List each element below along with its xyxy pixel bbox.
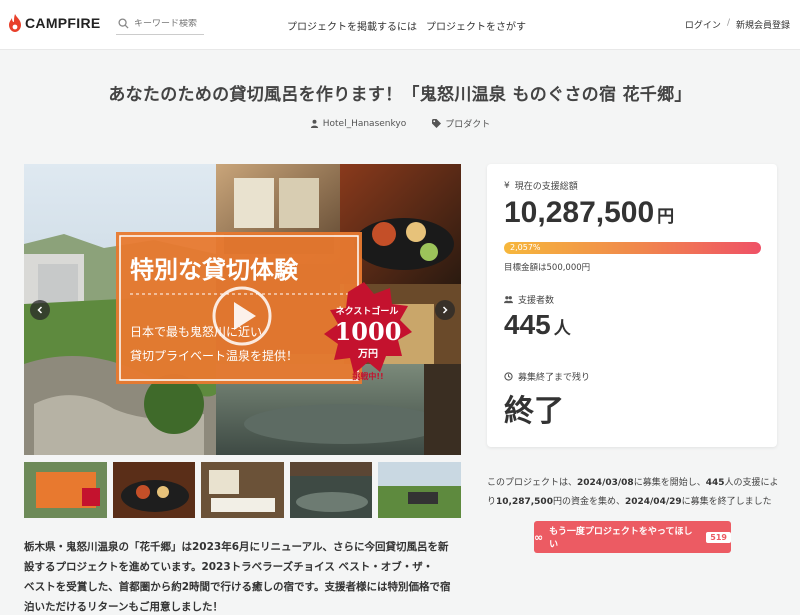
page-title: あなたのための貸切風呂を作ります！「鬼怒川温泉 ものぐさの宿 花千郷」 <box>108 85 692 105</box>
summary-text: 円の資金を集め、 <box>552 497 625 507</box>
badge-number: 1000 <box>335 317 402 346</box>
thumbnail-3[interactable] <box>201 462 284 518</box>
owner[interactable]: Hotel_Hanasenkyo <box>310 117 407 130</box>
progress-fill <box>504 242 761 254</box>
users-icon <box>504 296 513 304</box>
remaining-label: 募集終了まで残り <box>504 370 590 383</box>
description-line: 設するプロジェクトを進めています。2023トラベラーズチョイス ベスト・オブ・ザ… <box>24 561 434 573</box>
hero-collage: 特別な貸切体験 日本で最も鬼怒川に近い 貸切プライベート温泉を提供！ ネクストゴ… <box>24 164 461 455</box>
nav-find-project[interactable]: プロジェクトをさがす <box>426 18 526 33</box>
description-line: ベストを受賞した、首都圏から約2時間で行ける癒しの宿です。支援者様には特別価格で… <box>24 581 451 593</box>
account-links: ログイン / 新規会員登録 <box>685 18 790 31</box>
project-meta: Hotel_Hanasenkyo プロダクト <box>0 117 800 130</box>
thumbnail-4[interactable] <box>289 462 373 518</box>
badge-unit: 万円 <box>357 348 378 360</box>
project-description: 栃木県・鬼怒川温泉の「花千郷」は2023年6月にリニューアル、さらに今回貸切風呂… <box>24 537 464 615</box>
total-unit: 円 <box>657 207 675 226</box>
search-input[interactable] <box>134 18 204 29</box>
owner-name: Hotel_Hanasenkyo <box>322 118 407 129</box>
thumbnail-5[interactable] <box>378 462 461 518</box>
tag-icon <box>432 119 442 128</box>
yen-icon: ¥ <box>504 180 510 191</box>
progress-percent: 2,057% <box>510 243 541 252</box>
backers-unit: 人 <box>553 319 571 338</box>
search-icon <box>118 18 129 29</box>
summary-text: に募集を開始し、 <box>633 478 706 488</box>
separator: / <box>726 18 730 28</box>
summary-text: に募集を終了しました <box>681 497 772 507</box>
backers-value: 445 <box>504 309 551 340</box>
thumbnail-strip <box>24 462 461 518</box>
badge-bottom: 挑戦中!! <box>352 371 383 381</box>
badge-top: ネクストゴール <box>336 305 399 317</box>
total-label-text: 現在の支援総額 <box>514 182 578 192</box>
campfire-logo[interactable]: CAMPFIRE <box>8 14 101 32</box>
signup-link[interactable]: 新規会員登録 <box>736 18 790 31</box>
description-line: 泊いただけるリターンもご用意しました！ <box>24 601 223 613</box>
start-date: 2024/03/08 <box>577 478 634 488</box>
project-summary: このプロジェクトは、2024/03/08に募集を開始し、445人の支援により10… <box>487 474 787 512</box>
end-date: 2024/04/29 <box>624 497 682 507</box>
thumbnail-1[interactable] <box>24 462 107 518</box>
remaining-value: 終了 <box>504 394 564 429</box>
clock-icon <box>504 372 513 381</box>
category-name: プロダクト <box>445 120 491 130</box>
nav-post-project[interactable]: プロジェクトを掲載するには <box>287 18 417 33</box>
backers-label-text: 支援者数 <box>518 296 555 306</box>
site-header: CAMPFIRE プロジェクトを掲載するには プロジェクトをさがす ログイン /… <box>0 0 800 50</box>
search-box[interactable] <box>116 13 204 35</box>
summary-amount: 10,287,500 <box>496 497 553 507</box>
chevron-left-icon <box>37 306 43 314</box>
next-slide-button[interactable] <box>435 300 455 320</box>
flame-icon <box>9 14 21 32</box>
funding-stats-card: ¥ 現在の支援総額 10,287,500 円 2,057% 目標金額は500,00… <box>487 164 777 447</box>
category[interactable]: プロダクト <box>432 117 490 130</box>
chevron-right-icon <box>442 306 448 314</box>
description-line: 栃木県・鬼怒川温泉の「花千郷」は2023年6月にリニューアル、さらに今回貸切風呂… <box>24 541 449 553</box>
request-again-count: 519 <box>706 531 731 543</box>
remaining-label-text: 募集終了まで残り <box>518 373 591 383</box>
logo-text: CAMPFIRE <box>25 15 101 31</box>
total-amount: 10,287,500 円 <box>504 196 674 230</box>
thumbnail-2[interactable] <box>112 462 196 518</box>
hero-sub2: 貸切プライベート温泉を提供！ <box>130 348 298 363</box>
total-value: 10,287,500 <box>504 196 655 229</box>
request-again-label: もう一度プロジェクトをやってほしい <box>549 527 693 550</box>
progress-bar: 2,057% <box>504 242 761 254</box>
backers-count: 445 人 <box>504 309 571 341</box>
hero-sub1: 日本で最も鬼怒川に近い <box>130 324 262 339</box>
total-label: ¥ 現在の支援総額 <box>504 179 578 193</box>
summary-text: このプロジェクトは、 <box>487 478 578 488</box>
user-icon <box>310 119 318 128</box>
infinity-icon: ∞ <box>534 530 544 544</box>
goal-amount: 目標金額は500,000円 <box>504 263 591 273</box>
summary-backers: 445 <box>705 478 725 488</box>
hero-headline: 特別な貸切体験 <box>130 256 299 284</box>
hero-image[interactable]: 特別な貸切体験 日本で最も鬼怒川に近い 貸切プライベート温泉を提供！ ネクストゴ… <box>24 164 461 455</box>
backers-label: 支援者数 <box>504 293 554 306</box>
login-link[interactable]: ログイン <box>685 18 721 31</box>
request-again-button[interactable]: ∞ もう一度プロジェクトをやってほしい 519 <box>534 521 731 553</box>
prev-slide-button[interactable] <box>30 300 50 320</box>
